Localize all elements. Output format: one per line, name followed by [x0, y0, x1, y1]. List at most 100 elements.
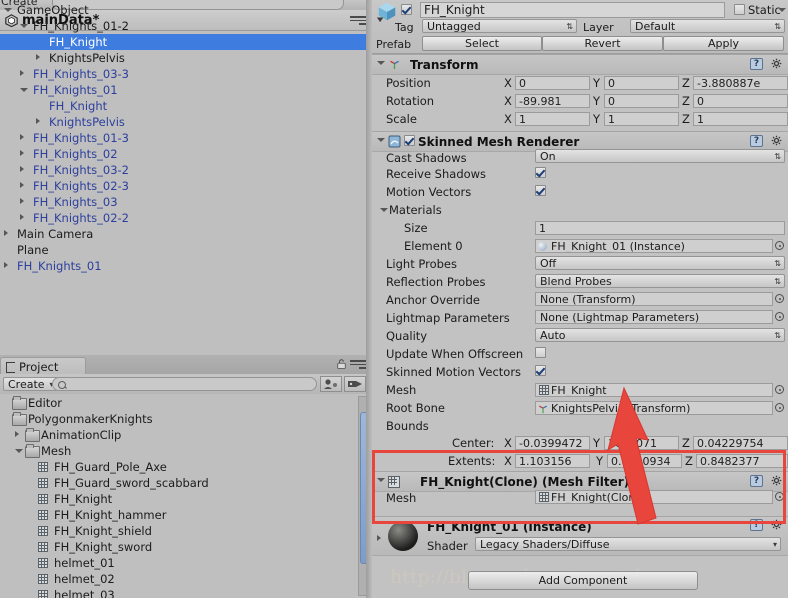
add-component-button[interactable]: Add Component — [468, 571, 698, 590]
tab-project[interactable]: Project — [0, 357, 86, 375]
mesh-picker-icon[interactable] — [775, 385, 784, 394]
project-row[interactable]: helmet_02 — [0, 571, 358, 587]
foldout-closed-icon[interactable] — [15, 431, 19, 437]
filter-by-label-button[interactable] — [344, 376, 366, 392]
project-row[interactable]: FH_Knight — [0, 491, 358, 507]
foldout-closed-icon[interactable] — [36, 118, 40, 124]
help-icon[interactable]: ? — [750, 58, 763, 70]
project-row[interactable]: FH_Knight_sword — [0, 539, 358, 555]
quality-dropdown[interactable]: Auto ⇅ — [535, 328, 785, 342]
hierarchy-row[interactable]: FH_Knights_01 — [0, 258, 370, 274]
prefab-revert-button[interactable]: Revert — [542, 36, 663, 51]
center-x-input[interactable]: -0.0399472 — [515, 436, 590, 450]
project-row[interactable]: AnimationClip — [0, 427, 358, 443]
project-row[interactable]: helmet_03 — [0, 587, 358, 598]
anchor-override-picker-icon[interactable] — [775, 294, 784, 303]
foldout-closed-icon[interactable] — [20, 198, 24, 204]
hierarchy-row[interactable]: FH_Knights_03 — [0, 194, 370, 210]
lightmap-parameters-picker-icon[interactable] — [775, 312, 784, 321]
cast-shadows-dropdown[interactable]: On ⇅ — [535, 149, 785, 163]
project-row[interactable]: Mesh — [0, 443, 358, 459]
transform-rotation-x-input[interactable]: -89.981 — [515, 94, 590, 108]
gameobject-enabled-checkbox[interactable] — [401, 4, 412, 15]
hierarchy-row[interactable]: FH_Knights_03-2 — [0, 162, 370, 178]
foldout-closed-icon[interactable] — [20, 214, 24, 220]
light-probes-dropdown[interactable]: Off ⇅ — [535, 256, 785, 270]
lightmap-parameters-field[interactable]: None (Lightmap Parameters) — [535, 310, 773, 324]
hierarchy-row[interactable]: FH_Knights_02 — [0, 146, 370, 162]
hierarchy-row[interactable]: FH_Knights_01 — [0, 82, 370, 98]
materials-element0-field[interactable]: FH_Knight_01 (Instance) — [535, 239, 773, 253]
transform-scale-z-input[interactable]: 1 — [693, 112, 788, 126]
hierarchy-row[interactable]: FH_Knights_02-2 — [0, 210, 370, 226]
foldout-closed-icon[interactable] — [20, 166, 24, 172]
foldout-open-icon[interactable] — [20, 24, 28, 28]
shader-dropdown[interactable]: Legacy Shaders/Diffuse ▾ — [475, 537, 781, 551]
foldout-closed-icon[interactable] — [20, 134, 24, 140]
hierarchy-row[interactable]: Main Camera — [0, 226, 370, 242]
material-foldout-icon[interactable] — [377, 535, 381, 541]
foldout-closed-icon[interactable] — [36, 54, 40, 60]
project-row[interactable]: helmet_01 — [0, 555, 358, 571]
materials-size-input[interactable]: 1 — [535, 221, 785, 235]
transform-position-y-input[interactable]: 0 — [604, 76, 679, 90]
project-row[interactable]: FH_Guard_Pole_Axe — [0, 459, 358, 475]
transform-scale-x-input[interactable]: 1 — [515, 112, 590, 126]
hierarchy-row[interactable]: FH_Knights_01-2 — [0, 18, 370, 34]
foldout-open-icon[interactable] — [15, 449, 23, 453]
hierarchy-row[interactable]: GameObject — [0, 2, 370, 18]
project-create-button[interactable]: Create ▾ — [3, 377, 58, 391]
reflection-probes-dropdown[interactable]: Blend Probes ⇅ — [535, 274, 785, 288]
smr-enabled-checkbox[interactable] — [404, 135, 415, 146]
lock-icon[interactable] — [337, 359, 346, 369]
filter-by-type-button[interactable] — [320, 376, 342, 392]
materials-foldout-icon[interactable] — [380, 208, 388, 212]
hierarchy-row[interactable]: FH_Knights_02-3 — [0, 178, 370, 194]
project-row[interactable]: FH_Knight_shield — [0, 523, 358, 539]
help-icon[interactable]: ? — [750, 135, 763, 147]
hierarchy-row[interactable]: FH_Knights_03-3 — [0, 66, 370, 82]
project-menu-icon[interactable] — [350, 360, 366, 369]
prefab-select-button[interactable]: Select — [422, 36, 542, 51]
layer-dropdown[interactable]: Default ⇅ — [630, 19, 785, 33]
transform-foldout-icon[interactable] — [377, 61, 385, 65]
project-row[interactable]: FH_Knight_hammer — [0, 507, 358, 523]
foldout-closed-icon[interactable] — [4, 230, 8, 236]
hierarchy-row[interactable]: KnightsPelvis — [0, 50, 370, 66]
center-z-input[interactable]: 0.04229754 — [693, 436, 788, 450]
static-dropdown-icon[interactable] — [778, 8, 786, 12]
gear-icon[interactable] — [771, 58, 783, 70]
foldout-closed-icon[interactable] — [4, 262, 8, 268]
project-row[interactable]: Editor — [0, 395, 358, 411]
element0-picker-icon[interactable] — [775, 241, 784, 250]
smr-foldout-icon[interactable] — [377, 138, 385, 142]
transform-component-header[interactable]: Transform ? — [372, 54, 788, 75]
transform-rotation-y-input[interactable]: 0 — [604, 94, 679, 108]
hierarchy-row[interactable]: FH_Knights_01-3 — [0, 130, 370, 146]
project-row[interactable]: PolygonmakerKnights — [0, 411, 358, 427]
hierarchy-row[interactable]: FH_Knight — [0, 98, 370, 114]
static-checkbox[interactable] — [734, 4, 745, 15]
motion-vectors-checkbox[interactable] — [535, 185, 546, 196]
transform-scale-y-input[interactable]: 1 — [604, 112, 679, 126]
foldout-open-icon[interactable] — [4, 8, 12, 12]
update-when-offscreen-checkbox[interactable] — [535, 347, 546, 358]
project-search-input[interactable] — [52, 377, 317, 391]
transform-position-x-input[interactable]: 0 — [515, 76, 590, 90]
project-file-list[interactable]: Editor PolygonmakerKnights AnimationClip Me… — [0, 394, 370, 598]
root-bone-picker-icon[interactable] — [775, 403, 784, 412]
gameobject-name-input[interactable]: FH_Knight — [420, 2, 725, 18]
skinned-motion-vectors-checkbox[interactable] — [535, 365, 546, 376]
receive-shadows-checkbox[interactable] — [535, 167, 546, 178]
foldout-closed-icon[interactable] — [20, 70, 24, 76]
prefab-apply-button[interactable]: Apply — [663, 36, 784, 51]
tag-dropdown[interactable]: Untagged ⇅ — [422, 19, 577, 33]
transform-position-z-input[interactable]: -3.880887e — [693, 76, 788, 90]
anchor-override-field[interactable]: None (Transform) — [535, 292, 773, 306]
foldout-open-icon[interactable] — [20, 88, 28, 92]
hierarchy-row[interactable]: FH_Knight — [0, 34, 370, 50]
transform-rotation-z-input[interactable]: 0 — [693, 94, 788, 108]
hierarchy-row[interactable]: KnightsPelvis — [0, 114, 370, 130]
project-row[interactable]: FH_Guard_sword_scabbard — [0, 475, 358, 491]
gear-icon[interactable] — [771, 135, 783, 147]
